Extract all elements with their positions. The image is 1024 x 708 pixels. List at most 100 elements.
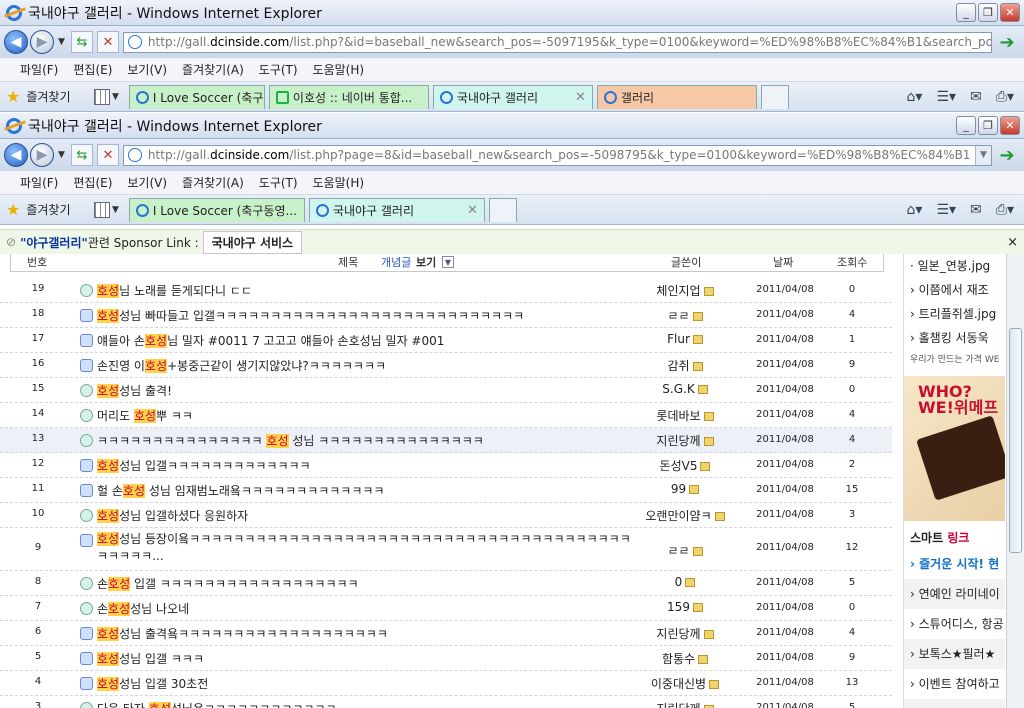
gallog-icon[interactable] <box>692 335 703 344</box>
gallog-icon[interactable] <box>692 312 703 321</box>
back-button[interactable]: ◀ <box>4 143 28 167</box>
post-title-link[interactable]: 호성성님 빠따들고 입갤ㅋㅋㅋㅋㅋㅋㅋㅋㅋㅋㅋㅋㅋㅋㅋㅋㅋㅋㅋㅋㅋㅋㅋㅋㅋㅋㅋㅋ <box>97 307 637 324</box>
url-input[interactable]: http://gall. dcinside.com/list.php?page=8… <box>122 144 992 166</box>
go-icon[interactable]: ➔ <box>996 31 1018 53</box>
post-title-link[interactable]: 호성성님 입갤ㅋㅋㅋㅋㅋㅋㅋㅋㅋㅋㅋㅋㅋ <box>97 457 637 474</box>
gallog-icon[interactable] <box>692 547 703 556</box>
smart-link-item[interactable]: › 스튜어디스, 항공 <box>904 609 1005 639</box>
table-row[interactable]: 16 손진영 이호성+봉중근같이 생기지않았냐?ㅋㅋㅋㅋㅋㅋㅋ 감쥐 2011/04/… <box>0 353 892 378</box>
view-link[interactable]: 보기 <box>416 254 436 270</box>
post-title-link[interactable]: 호성성님 등장이욬ㅋㅋㅋㅋㅋㅋㅋㅋㅋㅋㅋㅋㅋㅋㅋㅋㅋㅋㅋㅋㅋㅋㅋㅋㅋㅋㅋㅋㅋㅋㅋ… <box>75 531 635 565</box>
smart-link-item[interactable]: › 즐거운 시작! 현 <box>904 549 1005 579</box>
close-button[interactable]: ✕ <box>1000 116 1020 135</box>
sponsor-link[interactable]: 국내야구 서비스 <box>202 230 303 254</box>
gallog-icon[interactable] <box>714 512 725 521</box>
gallog-icon[interactable] <box>703 412 714 421</box>
post-writer[interactable]: 이중대신병 <box>630 675 740 692</box>
post-title-link[interactable]: 손호성성님 나오네 <box>97 600 637 617</box>
gallog-icon[interactable] <box>689 485 700 494</box>
post-title-link[interactable]: 머리도 호성뿌 ㅋㅋ <box>97 407 637 424</box>
post-title-link[interactable]: 헐 손호성 성님 임재범노래욬ㅋㅋㅋㅋㅋㅋㅋㅋㅋㅋㅋㅋㅋ <box>97 482 637 499</box>
post-writer[interactable]: 159 <box>630 600 740 614</box>
table-row[interactable]: 7 손호성성님 나오네 159 2011/04/08 0 <box>0 596 892 621</box>
forward-button[interactable]: ▶ <box>30 30 54 54</box>
history-dropdown-icon[interactable]: ▼ <box>58 37 65 47</box>
home-icon[interactable]: ⌂▾ <box>907 89 923 105</box>
vertical-scrollbar[interactable] <box>1006 254 1024 708</box>
scrollbar-thumb[interactable] <box>1009 328 1022 553</box>
post-writer[interactable]: 지린당께 <box>630 625 740 642</box>
post-writer[interactable]: 99 <box>630 482 740 496</box>
menu-edit[interactable]: 편집(E) <box>73 61 112 78</box>
table-row[interactable]: 13 ㅋㅋㅋㅋㅋㅋㅋㅋㅋㅋㅋㅋㅋㅋㅋ 호성 성님 ㅋㅋㅋㅋㅋㅋㅋㅋㅋㅋㅋㅋㅋㅋㅋ 지… <box>0 428 892 453</box>
menu-tools[interactable]: 도구(T) <box>259 61 298 78</box>
menu-help[interactable]: 도움말(H) <box>313 174 365 191</box>
gallog-icon[interactable] <box>697 385 708 394</box>
post-writer[interactable]: ㄹㄹ <box>630 542 740 559</box>
maximize-button[interactable]: ❐ <box>978 3 998 22</box>
menu-favorites[interactable]: 즐겨찾기(A) <box>182 61 244 78</box>
menu-edit[interactable]: 편집(E) <box>73 174 112 191</box>
post-title-link[interactable]: ㅋㅋㅋㅋㅋㅋㅋㅋㅋㅋㅋㅋㅋㅋㅋ 호성 성님 ㅋㅋㅋㅋㅋㅋㅋㅋㅋㅋㅋㅋㅋㅋㅋ <box>97 432 637 449</box>
mail-icon[interactable]: ✉ <box>970 202 982 218</box>
post-title-link[interactable]: 손호성 입갤 ㅋㅋㅋㅋㅋㅋㅋㅋㅋㅋㅋㅋㅋㅋㅋㅋㅋㅋ <box>97 575 637 592</box>
menu-help[interactable]: 도움말(H) <box>313 61 365 78</box>
smart-link-item[interactable]: › 이벤트 참여하고 <box>904 669 1005 699</box>
table-row[interactable]: 3 다음 타자 호성성님욬ㅋㅋㅋㅋㅋㅋㅋㅋㅋㅋㅋㅋ지린당께 2011/04/08 5 <box>0 696 892 708</box>
wemakeprice-ad[interactable]: WHO? WE!위메프 <box>904 376 1005 521</box>
minimize-button[interactable]: _ <box>956 3 976 22</box>
table-row[interactable]: 12 호성성님 입갤ㅋㅋㅋㅋㅋㅋㅋㅋㅋㅋㅋㅋㅋ 돈성V5 2011/04/08 2 <box>0 453 892 478</box>
table-row[interactable]: 18 호성성님 빠따들고 입갤ㅋㅋㅋㅋㅋㅋㅋㅋㅋㅋㅋㅋㅋㅋㅋㅋㅋㅋㅋㅋㅋㅋㅋㅋㅋㅋ… <box>0 303 892 328</box>
minimize-button[interactable]: _ <box>956 116 976 135</box>
print-icon[interactable]: ⎙▾ <box>996 202 1014 218</box>
post-writer[interactable]: 돈성V5 <box>630 457 740 474</box>
post-writer[interactable]: 오랜만이얌ㅋ <box>630 507 740 524</box>
url-dropdown-icon[interactable]: ▼ <box>975 145 991 165</box>
menu-tools[interactable]: 도구(T) <box>259 174 298 191</box>
menu-view[interactable]: 보기(V) <box>127 61 167 78</box>
table-row[interactable]: 14 머리도 호성뿌 ㅋㅋ 롯데바보 2011/04/08 4 <box>0 403 892 428</box>
refresh-icon[interactable]: ⇆ <box>70 31 93 53</box>
post-writer[interactable]: 감쥐 <box>630 357 740 374</box>
back-button[interactable]: ◀ <box>4 30 28 54</box>
stop-icon[interactable]: ✕ <box>96 31 119 53</box>
post-title-link[interactable]: 호성성님 입갤 ㅋㅋㅋ <box>97 650 637 667</box>
tab-naver[interactable]: 이호성 :: 네이버 통합... <box>268 84 429 109</box>
feeds-icon[interactable]: ☰▾ <box>936 202 956 218</box>
gallog-icon[interactable] <box>685 578 696 587</box>
close-tab-icon[interactable]: ✕ <box>461 203 478 218</box>
tab-i-love-soccer[interactable]: I Love Soccer (축구... <box>128 84 265 109</box>
post-writer[interactable]: 함통수 <box>630 650 740 667</box>
tab-baseball-gallery[interactable]: 국내야구 갤러리 ✕ <box>308 197 485 222</box>
print-icon[interactable]: ⎙▾ <box>996 89 1014 105</box>
gallog-icon[interactable] <box>700 462 711 471</box>
post-writer[interactable]: 롯데바보 <box>630 407 740 424</box>
post-writer[interactable]: 0 <box>630 575 740 589</box>
close-icon[interactable]: × <box>1007 235 1018 250</box>
smart-link-item[interactable]: › 보톡스★필러★ <box>904 639 1005 669</box>
home-icon[interactable]: ⌂▾ <box>907 202 923 218</box>
gallog-icon[interactable] <box>703 287 714 296</box>
quick-tabs-icon[interactable] <box>94 88 110 105</box>
post-title-link[interactable]: 호성성님 입갤하셨다 응원하자 <box>97 507 637 524</box>
tab-baseball-gallery[interactable]: 국내야구 갤러리 ✕ <box>432 84 593 109</box>
smart-link-item[interactable]: › 이벤트 & 포니스 <box>904 699 1005 708</box>
smart-link-item[interactable]: › 연예인 라미네이 <box>904 579 1005 609</box>
table-row[interactable]: 10 호성성님 입갤하셨다 응원하자 오랜만이얌ㅋ 2011/04/08 3 <box>0 503 892 528</box>
concept-link[interactable]: 개념글 <box>381 254 411 270</box>
feeds-icon[interactable]: ☰▾ <box>936 89 956 105</box>
new-tab-button[interactable] <box>488 197 517 222</box>
tab-i-love-soccer[interactable]: I Love Soccer (축구동영... <box>128 197 305 222</box>
post-title-link[interactable]: 다음 타자 호성성님욬ㅋㅋㅋㅋㅋㅋㅋㅋㅋㅋㅋㅋ <box>97 700 637 708</box>
table-row[interactable]: 5 호성성님 입갤 ㅋㅋㅋ 함통수 2011/04/08 9 <box>0 646 892 671</box>
post-title-link[interactable]: 호성성님 출격욬ㅋㅋㅋㅋㅋㅋㅋㅋㅋㅋㅋㅋㅋㅋㅋㅋㅋㅋㅋ <box>97 625 637 642</box>
maximize-button[interactable]: ❐ <box>978 116 998 135</box>
menu-file[interactable]: 파일(F) <box>20 61 58 78</box>
stop-icon[interactable]: ✕ <box>96 144 119 166</box>
tab-list-dropdown-icon[interactable]: ▼ <box>112 92 119 102</box>
gallog-icon[interactable] <box>698 655 709 664</box>
post-writer[interactable]: ㄹㄹ <box>630 307 740 324</box>
favorites-button[interactable]: ★ 즐겨찾기 <box>6 87 92 106</box>
menu-file[interactable]: 파일(F) <box>20 174 58 191</box>
new-tab-button[interactable] <box>760 84 789 109</box>
